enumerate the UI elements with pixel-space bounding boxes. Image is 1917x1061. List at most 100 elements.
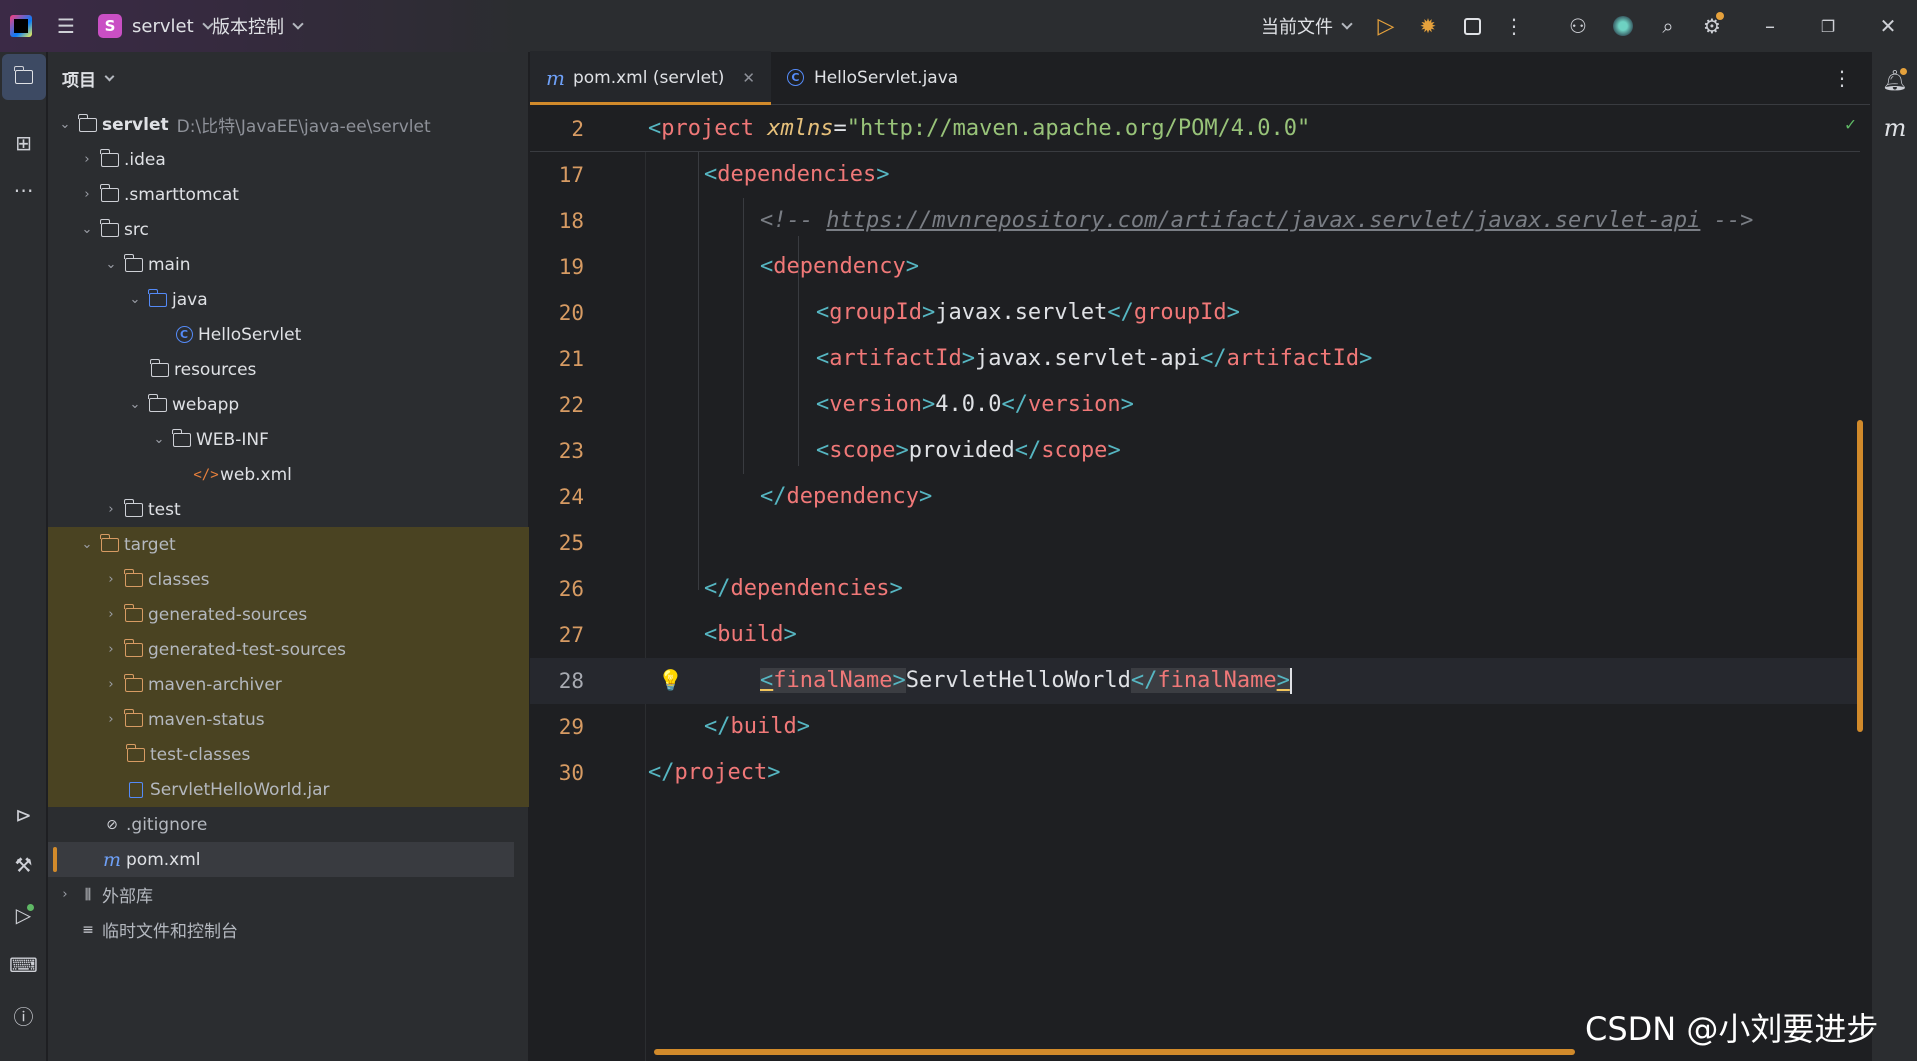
tree-item-pom-xml[interactable]: m pom.xml: [48, 842, 514, 877]
tabs-more-icon[interactable]: ⋮: [1832, 66, 1852, 90]
add-user-icon[interactable]: ⚇: [1560, 0, 1596, 52]
ai-assistant-icon[interactable]: [1605, 0, 1641, 52]
tree-item-classes[interactable]: › classes: [48, 562, 529, 597]
structure-icon[interactable]: ⊞: [0, 120, 47, 166]
tree-item-test[interactable]: › test: [48, 492, 529, 527]
tab-label: HelloServlet.java: [813, 67, 959, 88]
tree-item-label: src: [124, 219, 149, 240]
hamburger-menu-icon[interactable]: ☰: [48, 0, 84, 52]
tree-item-helloservlet[interactable]: C HelloServlet: [48, 317, 529, 352]
maven-file-icon: m: [102, 848, 122, 871]
close-icon[interactable]: ✕: [1870, 0, 1906, 52]
close-icon[interactable]: ✕: [742, 69, 755, 87]
tree-item-idea[interactable]: › .idea: [48, 142, 529, 177]
run-icon[interactable]: ▷: [1368, 0, 1404, 52]
resources-folder-icon: [150, 358, 170, 378]
tree-item-generated-test-sources[interactable]: › generated-test-sources: [48, 632, 529, 667]
maven-icon[interactable]: m: [1872, 110, 1917, 146]
project-folder-icon[interactable]: [2, 54, 46, 100]
project-panel-header[interactable]: 项目: [48, 52, 528, 105]
notifications-icon[interactable]: 🔔︎: [1872, 62, 1917, 98]
vcs-menu[interactable]: 版本控制: [212, 0, 304, 52]
terminal-icon[interactable]: ⌨: [0, 942, 47, 988]
stop-icon[interactable]: [1454, 0, 1490, 52]
chevron-right-icon: ›: [108, 607, 114, 622]
code-row: 25: [558, 531, 584, 555]
module-folder-icon: [78, 113, 98, 133]
tree-item-servlet[interactable]: ⌄ servlet D:\比特\JavaEE\java-ee\servlet: [48, 107, 529, 142]
editor-tabs: m pom.xml (servlet) ✕ C HelloServlet.jav…: [530, 51, 1870, 105]
tree-item-label: classes: [148, 569, 210, 590]
chevron-right-icon: ›: [84, 152, 90, 167]
tree-item-maven-status[interactable]: › maven-status: [48, 702, 529, 737]
tab-helloservlet-java[interactable]: C HelloServlet.java: [771, 51, 974, 104]
restore-icon[interactable]: ❐: [1810, 0, 1846, 52]
tree-item-resources[interactable]: resources: [48, 352, 529, 387]
chevron-down-icon: ⌄: [129, 397, 141, 412]
code-line: <project xmlns="http://maven.apache.org/…: [648, 116, 1311, 141]
tree-item-jar[interactable]: ServletHelloWorld.jar: [48, 772, 529, 807]
tree-item-scratches[interactable]: ≡ 临时文件和控制台: [48, 912, 529, 947]
tree-item-java[interactable]: ⌄ java: [48, 282, 529, 317]
debug-icon[interactable]: ✹: [1410, 0, 1446, 52]
run-config-selector[interactable]: 当前文件: [1261, 0, 1353, 52]
tree-item-label: 外部库: [102, 887, 153, 907]
modified-marker: [53, 847, 57, 872]
search-icon[interactable]: ⌕: [1650, 0, 1686, 52]
tree-item-gitignore[interactable]: ⊘ .gitignore: [48, 807, 529, 842]
problems-icon[interactable]: ⓘ: [0, 992, 47, 1038]
chevron-down-icon: [292, 17, 304, 30]
tree-item-label: WEB-INF: [196, 429, 269, 450]
library-icon: ⫼: [84, 886, 92, 903]
tree-item-target[interactable]: ⌄ target: [48, 527, 529, 562]
run-icon[interactable]: ▷: [0, 892, 47, 938]
lightbulb-icon[interactable]: 💡: [658, 668, 683, 692]
project-badge: S: [98, 14, 122, 38]
code-row: 24 </dependency>: [558, 484, 933, 509]
tree-item-web-inf[interactable]: ⌄ WEB-INF: [48, 422, 529, 457]
tree-item-label: HelloServlet: [198, 324, 302, 345]
chevron-down-icon: ⌄: [129, 292, 141, 307]
settings-icon[interactable]: ⚙: [1694, 0, 1730, 52]
tree-item-label: target: [124, 534, 176, 555]
tree-item-label: webapp: [172, 394, 240, 415]
chevron-right-icon: ›: [108, 502, 114, 517]
tree-item-maven-archiver[interactable]: › maven-archiver: [48, 667, 529, 702]
code-row: 18 <!-- https://mvnrepository.com/artifa…: [558, 208, 1754, 233]
minimize-icon[interactable]: –: [1752, 0, 1788, 52]
folder-icon: [100, 218, 120, 238]
tree-item-test-classes[interactable]: test-classes: [48, 737, 529, 772]
app-logo-icon[interactable]: [10, 0, 32, 52]
services-icon[interactable]: ⊳: [0, 792, 47, 838]
excluded-folder-icon: [100, 533, 120, 553]
tree-item-external-libraries[interactable]: › ⫼ 外部库: [48, 877, 529, 912]
tree-item-label: test-classes: [150, 744, 251, 765]
code-editor[interactable]: 2 <project xmlns="http://maven.apache.or…: [530, 106, 1870, 1061]
check-icon: ✓: [1845, 114, 1856, 135]
tree-item-web-xml[interactable]: </> web.xml: [48, 457, 529, 492]
tree-item-label: java: [172, 289, 208, 310]
tree-item-label: maven-archiver: [148, 674, 282, 695]
project-panel-title: 项目: [62, 71, 96, 91]
tab-pom-xml[interactable]: m pom.xml (servlet) ✕: [530, 51, 771, 105]
chevron-down-icon: ⌄: [81, 537, 93, 552]
java-class-icon: C: [786, 69, 804, 86]
tree-item-label: generated-sources: [148, 604, 308, 625]
chevron-down-icon: ⌄: [153, 432, 165, 447]
more-tools-icon[interactable]: ⋯: [0, 167, 47, 213]
tree-item-generated-sources[interactable]: › generated-sources: [48, 597, 529, 632]
tree-item-webapp[interactable]: ⌄ webapp: [48, 387, 529, 422]
horizontal-scrollbar[interactable]: [654, 1049, 1575, 1055]
project-switcher[interactable]: S servlet: [98, 0, 214, 52]
code-row: 26 </dependencies>: [558, 576, 903, 601]
tree-item-src[interactable]: ⌄ src: [48, 212, 529, 247]
more-icon[interactable]: ⋮: [1496, 0, 1532, 52]
vertical-scrollbar[interactable]: [1857, 420, 1863, 732]
tree-item-main[interactable]: ⌄ main: [48, 247, 529, 282]
tree-item-label: resources: [174, 359, 257, 380]
folder-icon: [100, 183, 120, 203]
chevron-down-icon: [1341, 17, 1353, 30]
tree-item-label: .gitignore: [126, 814, 208, 835]
build-icon[interactable]: ⚒: [0, 842, 47, 888]
tree-item-smarttomcat[interactable]: › .smarttomcat: [48, 177, 529, 212]
